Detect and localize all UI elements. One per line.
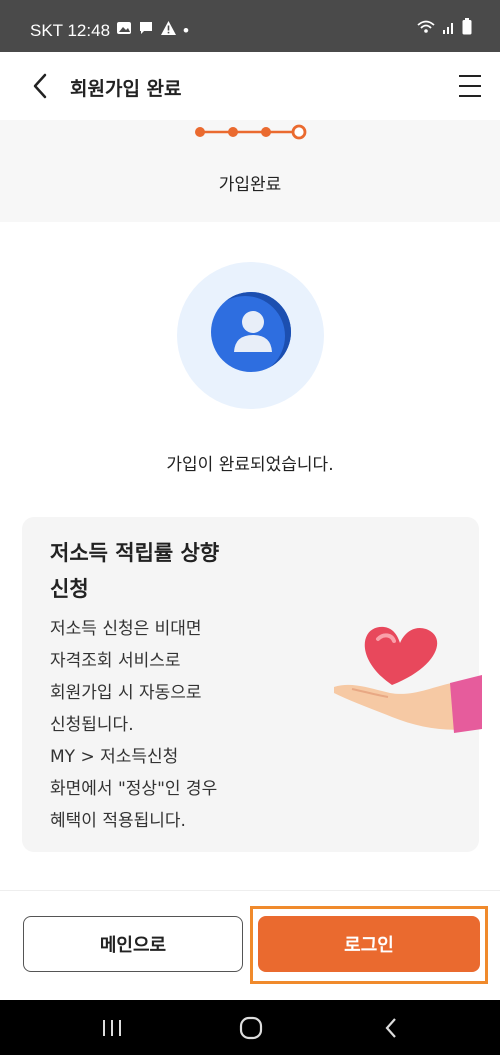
page-title: 회원가입 완료	[70, 78, 182, 100]
step-dot-4-current	[291, 124, 307, 140]
heart-hand-illustration	[332, 617, 482, 747]
battery-icon	[462, 18, 472, 39]
card-body-line: 회원가입 시 자동으로	[50, 683, 202, 703]
status-bar: SKT 12:48 •	[0, 0, 500, 52]
user-avatar-icon	[211, 292, 291, 372]
dot-indicator: •	[183, 20, 189, 40]
system-nav-bar	[0, 1000, 500, 1055]
carrier-time: SKT 12:48	[30, 20, 111, 40]
card-title: 저소득 적립률 상향 신청	[50, 535, 290, 607]
wifi-icon	[416, 19, 436, 39]
completion-message: 가입이 완료되었습니다.	[166, 455, 334, 475]
step-dot-3	[261, 127, 271, 137]
card-body: 저소득 신청은 비대면 자격조회 서비스로 회원가입 시 자동으로 신청됩니다.…	[50, 613, 310, 837]
warning-icon	[160, 20, 177, 41]
user-avatar-circle	[177, 262, 324, 409]
card-body-line: 신청됩니다.	[50, 715, 134, 735]
image-icon	[116, 20, 132, 41]
status-right	[416, 18, 472, 39]
back-nav-icon[interactable]	[380, 1016, 404, 1040]
signal-icon	[442, 19, 456, 39]
card-title-line: 저소득 적립률 상향	[50, 541, 220, 565]
bottom-divider	[0, 890, 500, 891]
card-body-line: 혜택이 적용됩니다.	[50, 811, 186, 831]
low-income-info-card: 저소득 적립률 상향 신청 저소득 신청은 비대면 자격조회 서비스로 회원가입…	[22, 517, 482, 852]
step-indicator	[193, 124, 313, 142]
go-main-button[interactable]: 메인으로	[23, 916, 243, 972]
card-body-line: 화면에서 "정상"인 경우	[50, 779, 218, 799]
recent-apps-icon[interactable]	[100, 1016, 124, 1040]
app-header: 회원가입 완료	[0, 52, 500, 120]
status-left: SKT 12:48 •	[30, 20, 189, 41]
back-icon[interactable]	[28, 72, 54, 100]
home-icon[interactable]	[239, 1016, 263, 1040]
step-label: 가입완료	[218, 175, 282, 195]
card-body-line: 저소득 신청은 비대면	[50, 619, 202, 639]
card-title-line: 신청	[50, 577, 89, 601]
hamburger-menu-icon[interactable]	[458, 74, 482, 98]
step-dot-1	[195, 127, 205, 137]
login-button[interactable]: 로그인	[258, 916, 480, 972]
step-progress: 가입완료	[0, 120, 500, 222]
card-body-line: 자격조회 서비스로	[50, 651, 181, 671]
card-body-line: MY > 저소득신청	[50, 747, 179, 767]
step-dot-2	[228, 127, 238, 137]
chat-icon	[138, 20, 154, 41]
